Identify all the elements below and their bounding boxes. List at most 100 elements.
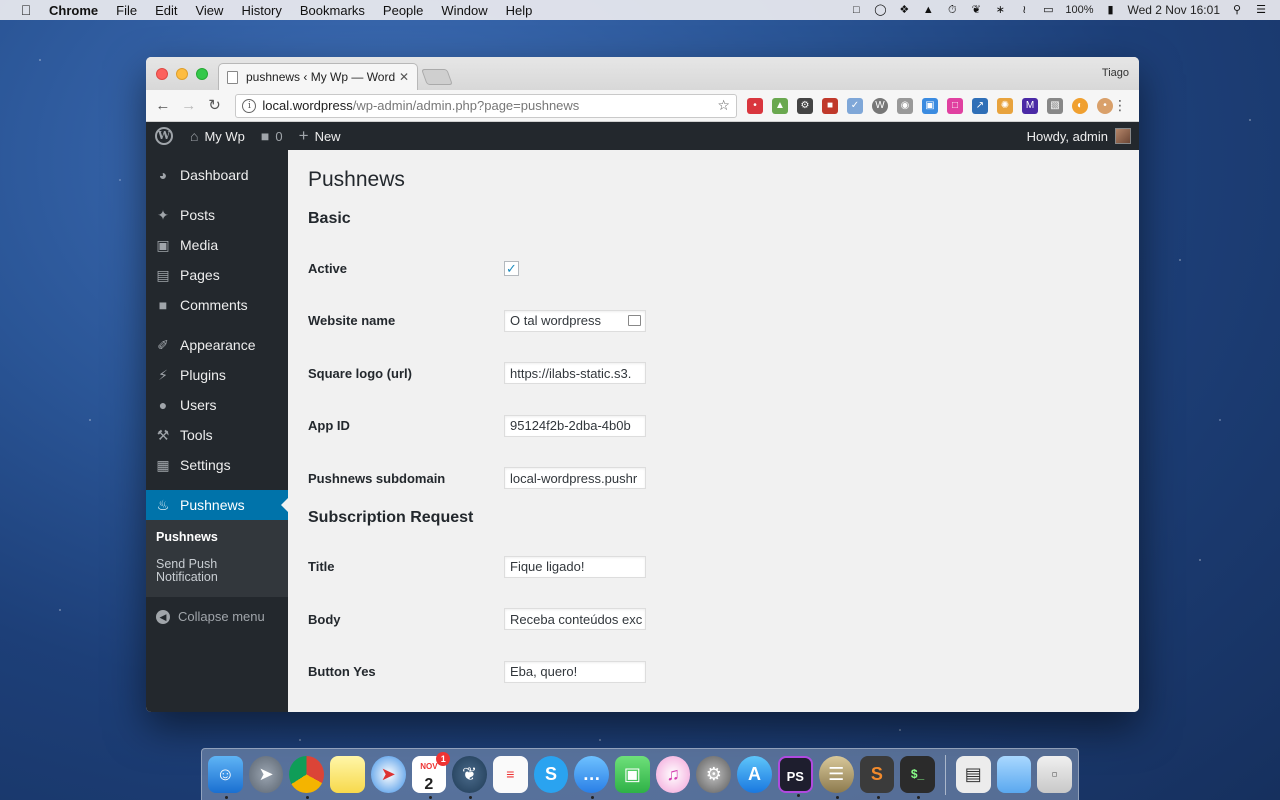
dock-trash-icon[interactable]: ▫ [1037, 756, 1072, 793]
notification-center-icon[interactable]: ☰ [1254, 4, 1268, 16]
sidebar-item-pages[interactable]: ▤ Pages [146, 260, 288, 290]
dock-chrome-icon[interactable] [289, 756, 325, 799]
contact-card-icon[interactable] [628, 314, 641, 326]
sidebar-item-posts[interactable]: ✦ Posts [146, 200, 288, 230]
dock-folder-icon[interactable] [996, 756, 1032, 793]
dock-phpstorm-icon[interactable]: PS [777, 756, 813, 797]
dock-facetime-icon[interactable]: ▣ [615, 756, 650, 793]
clock[interactable]: Wed 2 Nov 16:01 [1127, 3, 1220, 17]
dock-safari-icon[interactable]: ➤ [370, 756, 406, 793]
dock-messages-icon[interactable]: … [574, 756, 610, 799]
submenu-send-push-notification[interactable]: Send Push Notification [146, 555, 288, 587]
dock-sequel-pro-icon[interactable]: ☰ [818, 756, 854, 799]
sidebar-item-media[interactable]: ▣ Media [146, 230, 288, 260]
menu-history[interactable]: History [232, 3, 290, 18]
menu-window[interactable]: Window [432, 3, 496, 18]
extension-colorzilla-icon[interactable]: ✓ [846, 97, 863, 114]
extension-pink-icon[interactable]: □ [946, 97, 963, 114]
info-icon[interactable]: i [242, 98, 257, 113]
menu-bookmarks[interactable]: Bookmarks [291, 3, 374, 18]
button-yes-input[interactable]: Eba, quero! [504, 660, 646, 683]
bookmark-star-icon[interactable]: ☆ [717, 97, 730, 114]
dock-launchpad-icon[interactable]: ➤ [248, 756, 284, 793]
airplay-icon[interactable]: ▭ [1041, 4, 1055, 16]
profile-name[interactable]: Tiago [1102, 67, 1129, 79]
dock-sourcetree-icon[interactable]: ❦ [452, 756, 487, 799]
address-bar[interactable]: i local.wordpress /wp-admin/admin.php?pa… [235, 93, 737, 118]
extension-purple-icon[interactable]: M [1021, 97, 1038, 114]
menu-people[interactable]: People [374, 3, 432, 18]
bluetooth-icon[interactable]: ∗ [993, 4, 1007, 16]
extension-arrow-icon[interactable]: ↗ [971, 97, 988, 114]
dock-skype-icon[interactable]: S [533, 756, 569, 793]
dock-notes-icon[interactable] [330, 756, 365, 793]
dock-reminders-icon[interactable]: ≡ [492, 756, 528, 793]
menu-view[interactable]: View [186, 3, 232, 18]
evernote-icon[interactable]: ❦ [969, 4, 983, 16]
new-content-link[interactable]: + New [291, 126, 349, 146]
forward-arrow-icon[interactable]: → [178, 95, 200, 117]
sidebar-item-settings[interactable]: ▦ Settings [146, 450, 288, 480]
site-name-link[interactable]: ⌂ My Wp [182, 128, 253, 144]
account-menu[interactable]: Howdy, admin [1027, 128, 1139, 144]
sidebar-item-plugins[interactable]: ⚡ Plugins [146, 360, 288, 390]
close-window-button[interactable] [156, 68, 168, 80]
dock-documents-icon[interactable]: ▤ [955, 756, 991, 793]
wordpress-logo-icon[interactable]: W [146, 127, 182, 145]
extension-cookie-icon[interactable]: • [1096, 97, 1113, 114]
battery-icon[interactable]: ▮ [1103, 4, 1117, 16]
extension-pinwheel-icon[interactable]: ✺ [996, 97, 1013, 114]
sidebar-item-appearance[interactable]: ✐ Appearance [146, 330, 288, 360]
square-logo-input[interactable]: https://ilabs-static.s3. [504, 362, 646, 385]
time-machine-icon[interactable]: ⏱ [945, 4, 959, 16]
extension-red-icon[interactable]: • [746, 97, 763, 114]
dock-finder-icon[interactable]: ☺ [208, 756, 243, 799]
extension-lastpass-icon[interactable]: ■ [821, 97, 838, 114]
sidebar-item-tools[interactable]: ⚒ Tools [146, 420, 288, 450]
browser-tab[interactable]: pushnews ‹ My Wp — WordPre ✕ [218, 63, 418, 90]
title-input[interactable]: Fique ligado! [504, 555, 646, 578]
messages-icon[interactable]: □ [849, 4, 863, 16]
app-id-input[interactable]: 95124f2b-2dba-4b0b [504, 414, 646, 437]
dock-sublime-icon[interactable]: S [859, 756, 895, 799]
sidebar-item-users[interactable]: ● Users [146, 390, 288, 420]
dock-itunes-icon[interactable]: ♫ [655, 756, 691, 793]
extension-wordpress-icon[interactable]: W [871, 97, 888, 114]
fullscreen-window-button[interactable] [196, 68, 208, 80]
chrome-menu-icon[interactable]: ⋮ [1113, 97, 1127, 114]
apple-icon[interactable]:  [12, 2, 40, 18]
dock-app-store-icon[interactable]: A [737, 756, 772, 793]
sidebar-item-pushnews[interactable]: ♨ Pushnews [146, 490, 288, 520]
creative-cloud-icon[interactable]: ◯ [873, 4, 887, 16]
dropbox-icon[interactable]: ❖ [897, 4, 911, 16]
extension-green-icon[interactable]: ▲ [771, 97, 788, 114]
menu-file[interactable]: File [107, 3, 146, 18]
cast-icon[interactable]: ▧ [1046, 97, 1063, 114]
extension-blue-icon[interactable]: ▣ [921, 97, 938, 114]
submenu-pushnews[interactable]: Pushnews [146, 528, 288, 547]
new-tab-button[interactable] [421, 69, 453, 85]
spotlight-icon[interactable]: ⚲ [1230, 4, 1244, 16]
sidebar-item-comments[interactable]: ■ Comments [146, 290, 288, 320]
comments-link[interactable]: ■ 0 [253, 128, 291, 144]
drive-icon[interactable]: ▲ [921, 4, 935, 16]
subdomain-input[interactable]: local-wordpress.pushr [504, 467, 646, 490]
menu-help[interactable]: Help [497, 3, 542, 18]
menu-app-name[interactable]: Chrome [40, 3, 107, 18]
active-checkbox[interactable]: ✓ [504, 260, 519, 276]
menu-edit[interactable]: Edit [146, 3, 186, 18]
dock-terminal-icon[interactable]: $_ [900, 756, 935, 799]
dock-calendar-icon[interactable]: NOV 2 1 [411, 752, 451, 799]
sidebar-item-dashboard[interactable]: ◕ Dashboard [146, 160, 288, 190]
wifi-icon[interactable]: ≀ [1017, 4, 1031, 16]
extension-gear-icon[interactable]: ⚙ [796, 97, 813, 114]
reload-icon[interactable]: ↻ [204, 95, 226, 117]
website-name-input[interactable]: O tal wordpress [504, 309, 646, 332]
tab-close-icon[interactable]: ✕ [399, 70, 409, 84]
dock-system-preferences-icon[interactable]: ⚙ [696, 756, 732, 793]
collapse-menu-button[interactable]: ◀ Collapse menu [146, 597, 288, 636]
extension-half-circle-icon[interactable]: ◐ [1071, 97, 1088, 114]
back-arrow-icon[interactable]: ← [152, 95, 174, 117]
extension-camera-icon[interactable]: ◉ [896, 97, 913, 114]
minimize-window-button[interactable] [176, 68, 188, 80]
